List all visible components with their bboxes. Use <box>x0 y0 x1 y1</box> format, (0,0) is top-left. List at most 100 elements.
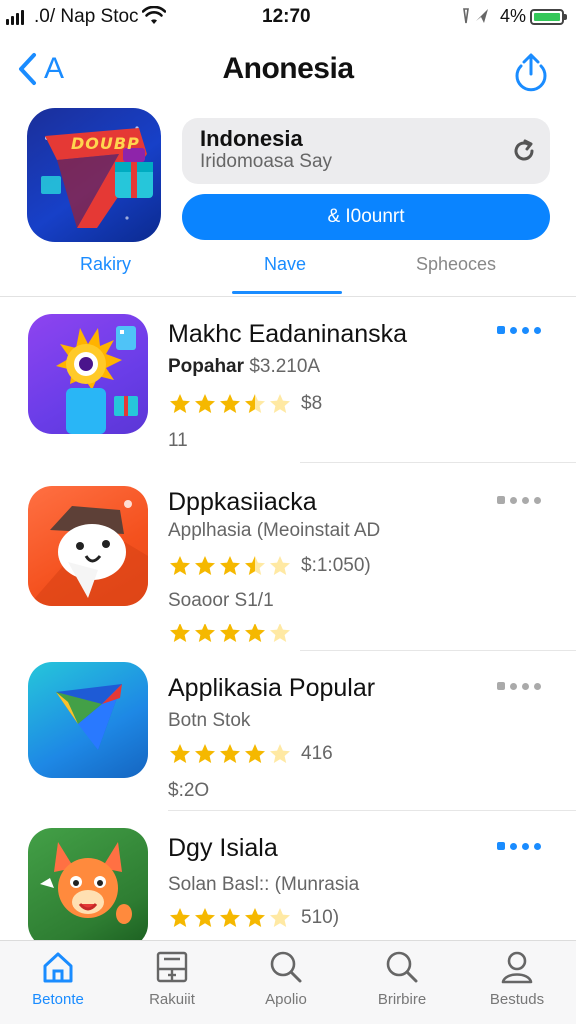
star-icon <box>220 908 240 927</box>
app-extra: Soaoor S1/1 <box>168 590 274 611</box>
more-dot-icon <box>510 682 517 690</box>
more-dot-icon <box>534 842 541 850</box>
star-empty-icon <box>270 744 290 763</box>
star-icon <box>220 624 240 642</box>
tab-label: Apolio <box>265 991 307 1008</box>
more-dot-icon <box>534 326 541 334</box>
home-icon <box>43 952 73 983</box>
more-dot-icon <box>497 842 505 850</box>
more-dot-icon <box>497 682 505 690</box>
app-subtitle: Applhasia (Meoinstait AD <box>168 520 381 541</box>
app-icon <box>28 486 148 606</box>
divider <box>0 296 576 297</box>
app-title: Dgy Isiala <box>168 834 278 862</box>
star-icon <box>220 556 240 575</box>
rating-text: 416 <box>301 743 333 764</box>
star-icon <box>170 744 190 763</box>
app-icon <box>28 314 148 434</box>
tab-apps[interactable]: Apolio <box>231 949 341 1008</box>
star-empty-icon <box>270 624 290 642</box>
more-dot-icon <box>497 326 505 334</box>
app-extra: 11 <box>168 430 188 451</box>
featured-app-icon-text: DOUBP <box>71 134 140 153</box>
more-dot-icon <box>522 496 529 504</box>
divider <box>168 810 576 811</box>
featured-app-card[interactable]: Indonesia Iridomoasa Say <box>182 118 550 184</box>
more-dot-icon <box>534 496 541 504</box>
status-bar: .0/ Nap Stoc 12:70 4% <box>0 0 576 34</box>
search-icon <box>386 951 418 983</box>
tab-label: Bestuds <box>489 991 545 1008</box>
more-button[interactable] <box>497 326 541 334</box>
app-title: Dppkasiiacka <box>168 488 317 516</box>
more-dot-icon <box>510 842 517 850</box>
tab-home[interactable]: Betonte <box>3 949 113 1008</box>
app-subtitle-value: $3.210A <box>249 356 321 377</box>
more-button[interactable] <box>497 682 541 690</box>
star-icon <box>195 908 215 927</box>
more-dot-icon <box>522 326 529 334</box>
star-empty-icon <box>270 908 290 927</box>
more-dot-icon <box>497 496 505 504</box>
app-title: Applikasia Popular <box>168 674 376 702</box>
app-icon <box>28 828 148 940</box>
person-icon <box>501 951 533 984</box>
more-dot-icon <box>510 496 517 504</box>
clock: 12:70 <box>262 6 311 27</box>
app-extra: $:2O <box>168 780 210 801</box>
divider <box>300 462 576 463</box>
star-icon <box>220 394 240 413</box>
more-button[interactable] <box>497 842 541 850</box>
segment-active-indicator <box>232 291 342 294</box>
star-empty-icon <box>270 556 290 575</box>
segment-tab-3[interactable]: Spheoces <box>416 254 496 275</box>
app-title: Makhc Eadaninanska <box>168 320 408 348</box>
star-icon <box>245 744 265 763</box>
carrier-label: .0/ Nap Stoc <box>34 6 139 27</box>
rating-stars: $:1:050) <box>168 554 371 578</box>
wifi-icon <box>142 6 166 24</box>
list-item[interactable]: Makhc Eadaninanska Popahar $3.210A $8 11 <box>0 314 576 464</box>
tab-label: Rakuiit <box>149 991 195 1008</box>
primary-action-button[interactable]: & I0ounrt <box>182 194 550 240</box>
tab-profile[interactable]: Bestuds <box>462 949 572 1008</box>
page-title: Anonesia <box>222 52 354 85</box>
featured-app-subtitle: Iridomoasa Say <box>200 151 333 172</box>
star-empty-icon <box>270 394 290 413</box>
app-subtitle: Botn Stok <box>168 710 251 731</box>
star-icon <box>220 744 240 763</box>
segment-control: Rakiry Nave Spheoces <box>0 246 576 296</box>
star-icon <box>195 556 215 575</box>
app-subtitle-label: Popahar <box>168 356 245 377</box>
star-icon <box>170 624 190 642</box>
tab-search[interactable]: Brirbire <box>347 949 457 1008</box>
rating-text: $:1:050) <box>301 555 371 576</box>
board-icon <box>156 951 188 983</box>
star-icon <box>245 556 265 575</box>
tab-rankings[interactable]: Rakuiit <box>117 949 227 1008</box>
list-item[interactable]: Dppkasiiacka Applhasia (Meoinstait AD $:… <box>0 486 576 646</box>
star-icon <box>195 394 215 413</box>
app-icon <box>28 662 148 778</box>
segment-tab-1[interactable]: Rakiry <box>80 254 131 275</box>
star-icon <box>245 624 265 642</box>
tab-label: Betonte <box>32 991 84 1008</box>
refresh-icon[interactable] <box>510 137 538 165</box>
rating-stars: 416 <box>168 742 333 766</box>
list-item[interactable]: Dgy Isiala Solan Basl:: (Munrasia 510) <box>0 828 576 940</box>
featured-app-title: Indonesia <box>200 126 303 151</box>
star-icon <box>245 394 265 413</box>
location-icon <box>458 7 494 30</box>
featured-app-icon[interactable]: DOUBP <box>27 108 161 242</box>
more-dot-icon <box>534 682 541 690</box>
rating-stars <box>168 624 293 642</box>
segment-tab-2[interactable]: Nave <box>264 254 306 275</box>
signal-icon <box>6 10 24 25</box>
search-icon <box>270 951 302 983</box>
star-icon <box>170 556 190 575</box>
list-item[interactable]: Applikasia Popular Botn Stok 416 $:2O <box>0 662 576 810</box>
battery-percent: 4% <box>500 6 527 26</box>
share-icon[interactable] <box>512 52 550 92</box>
more-button[interactable] <box>497 496 541 504</box>
divider <box>300 650 576 651</box>
